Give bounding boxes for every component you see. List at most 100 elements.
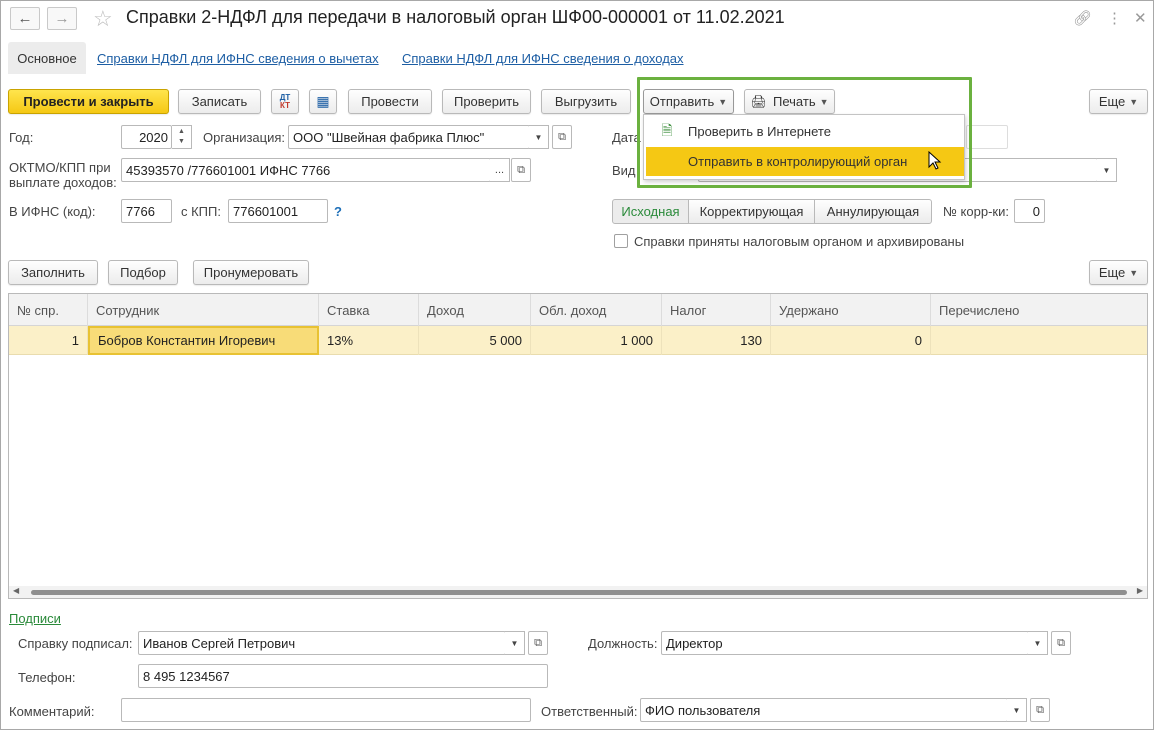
- correction-number-label: № корр-ки:: [943, 204, 1009, 219]
- position-dropdown[interactable]: ▼: [1028, 631, 1048, 655]
- more-vert-icon[interactable]: ⋮: [1107, 9, 1122, 27]
- chevron-down-icon: ▼: [1102, 165, 1111, 175]
- table-more-button[interactable]: Еще ▼: [1089, 260, 1148, 285]
- cell-rate[interactable]: 13%: [319, 326, 419, 355]
- ifns-input[interactable]: 7766: [121, 199, 172, 223]
- export-button[interactable]: Выгрузить: [541, 89, 631, 114]
- kpp-label: с КПП:: [181, 204, 221, 219]
- tab-income[interactable]: Справки НДФЛ для ИФНС сведения о доходах: [402, 51, 684, 66]
- kind-label: Вид: [612, 163, 636, 178]
- more-label: Еще: [1098, 94, 1126, 109]
- archived-checkbox[interactable]: [614, 234, 628, 248]
- date-input[interactable]: [966, 125, 1008, 149]
- signatures-section-link[interactable]: Подписи: [9, 611, 61, 626]
- renumber-button[interactable]: Пронумеровать: [193, 260, 309, 285]
- open-icon: ⧉: [534, 636, 542, 649]
- fill-button[interactable]: Заполнить: [8, 260, 98, 285]
- responsible-dropdown[interactable]: ▼: [1007, 698, 1027, 722]
- post-button[interactable]: Провести: [348, 89, 432, 114]
- kpp-input[interactable]: 776601001: [228, 199, 328, 223]
- favorite-star-icon[interactable]: ☆: [93, 6, 113, 32]
- phone-input[interactable]: 8 495 1234567: [138, 664, 548, 688]
- scroll-right-icon[interactable]: ▶: [1137, 586, 1143, 595]
- organization-dropdown[interactable]: ▼: [529, 125, 549, 149]
- responsible-open-button[interactable]: ⧉: [1030, 698, 1050, 722]
- column-header-income[interactable]: Доход: [419, 294, 531, 326]
- help-icon[interactable]: ?: [334, 204, 342, 219]
- open-icon: ⧉: [1036, 703, 1044, 716]
- oktmo-input[interactable]: 45393570 /776601001 ИФНС 7766: [121, 158, 491, 182]
- cell-income[interactable]: 5 000: [419, 326, 531, 355]
- cell-withheld[interactable]: 0: [771, 326, 931, 355]
- oktmo-open-button[interactable]: ⧉: [511, 158, 531, 182]
- correction-number-input[interactable]: 0: [1014, 199, 1045, 223]
- check-button[interactable]: Проверить: [442, 89, 531, 114]
- responsible-label: Ответственный:: [541, 704, 638, 719]
- table-row[interactable]: 1 Бобров Константин Игоревич 13% 5 000 1…: [9, 326, 1147, 355]
- organization-input[interactable]: ООО "Швейная фабрика Плюс": [288, 125, 530, 149]
- open-icon: ⧉: [558, 130, 566, 143]
- signed-by-dropdown[interactable]: ▼: [505, 631, 525, 655]
- chevron-down-icon: ▼: [178, 138, 185, 145]
- save-button[interactable]: Записать: [178, 89, 261, 114]
- cell-number[interactable]: 1: [9, 326, 88, 355]
- scroll-left-icon[interactable]: ◀: [13, 586, 19, 595]
- comment-input[interactable]: [121, 698, 531, 722]
- responsible-input[interactable]: ФИО пользователя: [640, 698, 1008, 722]
- column-header-transferred[interactable]: Перечислено: [931, 294, 1147, 326]
- post-and-close-button[interactable]: Провести и закрыть: [8, 89, 169, 114]
- forward-button[interactable]: →: [47, 7, 77, 30]
- archived-label: Справки приняты налоговым органом и архи…: [634, 234, 965, 249]
- comment-label: Комментарий:: [9, 704, 95, 719]
- scrollbar-thumb[interactable]: [31, 590, 1127, 595]
- oktmo-select-button[interactable]: ...: [490, 158, 510, 182]
- cell-tax[interactable]: 130: [662, 326, 771, 355]
- chevron-down-icon: ▼: [1033, 638, 1042, 648]
- kind-corrective-button[interactable]: Корректирующая: [688, 199, 815, 224]
- horizontal-scrollbar[interactable]: ◀ ▶: [9, 586, 1147, 598]
- column-header-taxable-income[interactable]: Обл. доход: [531, 294, 662, 326]
- select-button[interactable]: Подбор: [108, 260, 178, 285]
- cell-taxable-income[interactable]: 1 000: [531, 326, 662, 355]
- organization-open-button[interactable]: ⧉: [552, 125, 572, 149]
- more-button[interactable]: Еще ▼: [1089, 89, 1148, 114]
- chevron-down-icon: ▼: [510, 638, 519, 648]
- cell-transferred[interactable]: [931, 326, 1147, 355]
- structure-button[interactable]: ▦: [309, 89, 337, 114]
- link-icon[interactable]: 🔗︎: [1073, 9, 1092, 27]
- column-header-tax[interactable]: Налог: [662, 294, 771, 326]
- oktmo-label-line1: ОКТМО/КПП при: [9, 160, 111, 175]
- ifns-label: В ИФНС (код):: [9, 204, 96, 219]
- kind-cancel-button[interactable]: Аннулирующая: [814, 199, 932, 224]
- oktmo-label: ОКТМО/КПП при выплате доходов:: [9, 160, 117, 190]
- position-open-button[interactable]: ⧉: [1051, 631, 1071, 655]
- back-button[interactable]: ←: [10, 7, 40, 30]
- column-header-rate[interactable]: Ставка: [319, 294, 419, 326]
- year-input[interactable]: 2020: [121, 125, 172, 149]
- close-icon[interactable]: ✕: [1134, 9, 1147, 27]
- year-stepper[interactable]: ▲ ▼: [172, 125, 192, 149]
- chevron-down-icon: ▼: [1129, 267, 1139, 278]
- chevron-down-icon: ▼: [1012, 705, 1021, 715]
- dt-kt-icon: ДТ КТ: [279, 92, 291, 110]
- column-header-withheld[interactable]: Удержано: [771, 294, 931, 326]
- dt-kt-button[interactable]: ДТ КТ: [271, 89, 299, 114]
- chevron-down-icon: ▼: [1129, 96, 1139, 107]
- certificates-table[interactable]: № спр. Сотрудник Ставка Доход Обл. доход…: [8, 293, 1148, 599]
- document-window: ← → ☆ Справки 2-НДФЛ для передачи в нало…: [0, 0, 1154, 730]
- column-header-employee[interactable]: Сотрудник: [88, 294, 319, 326]
- arrow-left-icon: ←: [17, 10, 33, 27]
- oktmo-label-line2: выплате доходов:: [9, 175, 117, 190]
- signed-by-input[interactable]: Иванов Сергей Петрович: [138, 631, 506, 655]
- arrow-right-icon: →: [54, 10, 70, 27]
- year-label: Год:: [9, 130, 34, 145]
- column-header-number[interactable]: № спр.: [9, 294, 88, 326]
- open-icon: ⧉: [1057, 636, 1065, 649]
- tab-deductions[interactable]: Справки НДФЛ для ИФНС сведения о вычетах: [97, 51, 379, 66]
- kind-dropdown[interactable]: ▼: [1097, 158, 1117, 182]
- cell-employee[interactable]: Бобров Константин Игоревич: [88, 326, 319, 355]
- signed-by-open-button[interactable]: ⧉: [528, 631, 548, 655]
- kind-original-button[interactable]: Исходная: [612, 199, 689, 224]
- tab-main[interactable]: Основное: [8, 42, 86, 74]
- position-input[interactable]: Директор: [661, 631, 1029, 655]
